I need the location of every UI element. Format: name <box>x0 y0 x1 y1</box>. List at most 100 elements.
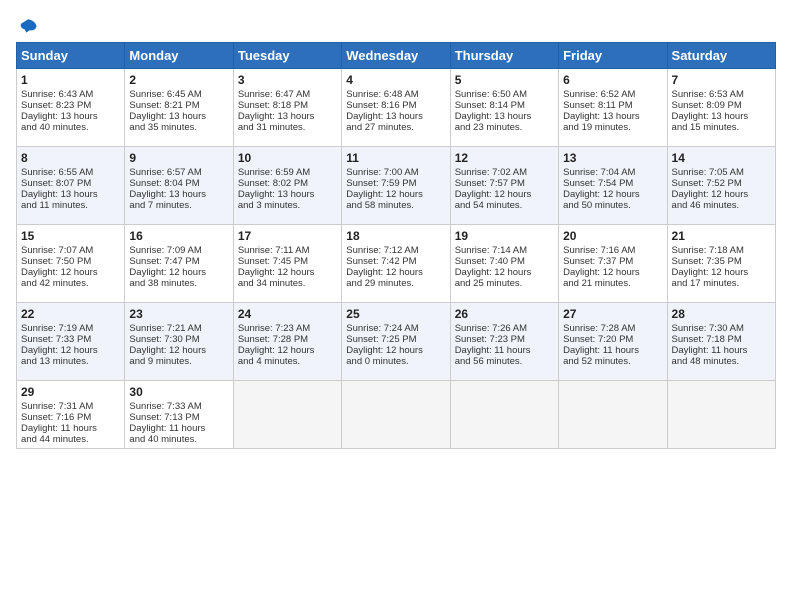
day-info-line: Sunset: 7:30 PM <box>129 334 228 345</box>
calendar-cell: 25Sunrise: 7:24 AMSunset: 7:25 PMDayligh… <box>342 303 450 381</box>
day-info-line: and 23 minutes. <box>455 122 554 133</box>
day-info-line: Sunrise: 6:55 AM <box>21 167 120 178</box>
calendar-cell: 8 Sunrise: 6:55 AMSunset: 8:07 PMDaylight… <box>17 147 125 225</box>
day-number: 26 <box>455 307 554 321</box>
calendar-page: SundayMondayTuesdayWednesdayThursdayFrid… <box>0 0 792 612</box>
day-info-line: Daylight: 13 hours <box>563 111 662 122</box>
calendar-cell: 23Sunrise: 7:21 AMSunset: 7:30 PMDayligh… <box>125 303 233 381</box>
day-info-line: Daylight: 12 hours <box>21 267 120 278</box>
day-info-line: Sunset: 8:07 PM <box>21 178 120 189</box>
day-info-line: Sunrise: 7:28 AM <box>563 323 662 334</box>
day-number: 3 <box>238 73 337 87</box>
day-number: 20 <box>563 229 662 243</box>
day-info-line: Sunset: 7:47 PM <box>129 256 228 267</box>
day-header-friday: Friday <box>559 43 667 69</box>
day-info-line: Sunset: 8:04 PM <box>129 178 228 189</box>
calendar-header-row: SundayMondayTuesdayWednesdayThursdayFrid… <box>17 43 776 69</box>
day-info-line: Sunrise: 6:47 AM <box>238 89 337 100</box>
day-info-line: and 35 minutes. <box>129 122 228 133</box>
day-info-line: and 25 minutes. <box>455 278 554 289</box>
day-info-line: Sunrise: 7:07 AM <box>21 245 120 256</box>
calendar-cell: 10Sunrise: 6:59 AMSunset: 8:02 PMDayligh… <box>233 147 341 225</box>
day-info-line: Sunrise: 7:09 AM <box>129 245 228 256</box>
calendar-cell: 26Sunrise: 7:26 AMSunset: 7:23 PMDayligh… <box>450 303 558 381</box>
day-number: 30 <box>129 385 228 399</box>
day-info-line: Sunrise: 6:43 AM <box>21 89 120 100</box>
day-number: 11 <box>346 151 445 165</box>
day-info-line: Sunset: 7:18 PM <box>672 334 771 345</box>
day-number: 17 <box>238 229 337 243</box>
day-number: 1 <box>21 73 120 87</box>
day-info-line: Sunset: 7:13 PM <box>129 412 228 423</box>
day-header-tuesday: Tuesday <box>233 43 341 69</box>
day-info-line: Sunrise: 7:12 AM <box>346 245 445 256</box>
day-info-line: Sunset: 8:11 PM <box>563 100 662 111</box>
day-info-line: and 58 minutes. <box>346 200 445 211</box>
day-info-line: Sunrise: 6:52 AM <box>563 89 662 100</box>
day-info-line: and 4 minutes. <box>238 356 337 367</box>
logo-bird-icon <box>18 16 38 36</box>
day-info-line: Sunset: 7:28 PM <box>238 334 337 345</box>
day-number: 4 <box>346 73 445 87</box>
day-info-line: Daylight: 12 hours <box>672 189 771 200</box>
calendar-cell <box>667 381 775 449</box>
day-info-line: Sunset: 7:42 PM <box>346 256 445 267</box>
day-info-line: and 13 minutes. <box>21 356 120 367</box>
day-info-line: Daylight: 13 hours <box>672 111 771 122</box>
day-info-line: Sunset: 8:16 PM <box>346 100 445 111</box>
calendar-cell: 19Sunrise: 7:14 AMSunset: 7:40 PMDayligh… <box>450 225 558 303</box>
calendar-cell: 30Sunrise: 7:33 AMSunset: 7:13 PMDayligh… <box>125 381 233 449</box>
day-header-wednesday: Wednesday <box>342 43 450 69</box>
day-number: 28 <box>672 307 771 321</box>
day-number: 7 <box>672 73 771 87</box>
day-number: 25 <box>346 307 445 321</box>
calendar-cell <box>559 381 667 449</box>
day-info-line: Sunrise: 7:24 AM <box>346 323 445 334</box>
day-info-line: and 7 minutes. <box>129 200 228 211</box>
day-info-line: and 31 minutes. <box>238 122 337 133</box>
day-info-line: and 54 minutes. <box>455 200 554 211</box>
day-info-line: Daylight: 12 hours <box>129 267 228 278</box>
calendar-cell: 2Sunrise: 6:45 AMSunset: 8:21 PMDaylight… <box>125 69 233 147</box>
day-info-line: Daylight: 13 hours <box>21 189 120 200</box>
calendar-cell: 22Sunrise: 7:19 AMSunset: 7:33 PMDayligh… <box>17 303 125 381</box>
day-number: 12 <box>455 151 554 165</box>
calendar-cell: 27Sunrise: 7:28 AMSunset: 7:20 PMDayligh… <box>559 303 667 381</box>
day-info-line: Sunset: 8:23 PM <box>21 100 120 111</box>
day-info-line: Daylight: 13 hours <box>346 111 445 122</box>
calendar-cell: 24Sunrise: 7:23 AMSunset: 7:28 PMDayligh… <box>233 303 341 381</box>
day-info-line: and 27 minutes. <box>346 122 445 133</box>
day-number: 19 <box>455 229 554 243</box>
day-info-line: and 29 minutes. <box>346 278 445 289</box>
calendar-week-row: 15Sunrise: 7:07 AMSunset: 7:50 PMDayligh… <box>17 225 776 303</box>
day-info-line: Sunset: 7:59 PM <box>346 178 445 189</box>
calendar-week-row: 29Sunrise: 7:31 AMSunset: 7:16 PMDayligh… <box>17 381 776 449</box>
calendar-cell <box>233 381 341 449</box>
day-info-line: and 19 minutes. <box>563 122 662 133</box>
day-info-line: Sunset: 7:50 PM <box>21 256 120 267</box>
day-info-line: and 15 minutes. <box>672 122 771 133</box>
day-info-line: Sunrise: 6:57 AM <box>129 167 228 178</box>
day-info-line: Daylight: 11 hours <box>21 423 120 434</box>
day-header-monday: Monday <box>125 43 233 69</box>
calendar-cell: 9Sunrise: 6:57 AMSunset: 8:04 PMDaylight… <box>125 147 233 225</box>
day-info-line: Daylight: 12 hours <box>238 267 337 278</box>
day-info-line: Daylight: 12 hours <box>238 345 337 356</box>
day-number: 29 <box>21 385 120 399</box>
day-number: 9 <box>129 151 228 165</box>
day-info-line: Sunset: 8:18 PM <box>238 100 337 111</box>
day-number: 27 <box>563 307 662 321</box>
day-info-line: Sunset: 7:35 PM <box>672 256 771 267</box>
day-info-line: and 42 minutes. <box>21 278 120 289</box>
day-info-line: Sunrise: 7:16 AM <box>563 245 662 256</box>
calendar-cell: 20Sunrise: 7:16 AMSunset: 7:37 PMDayligh… <box>559 225 667 303</box>
calendar-week-row: 8Sunrise: 6:55 AMSunset: 8:07 PMDaylight… <box>17 147 776 225</box>
day-info-line: and 34 minutes. <box>238 278 337 289</box>
day-info-line: and 48 minutes. <box>672 356 771 367</box>
day-info-line: Daylight: 11 hours <box>455 345 554 356</box>
header <box>16 16 776 32</box>
day-info-line: and 40 minutes. <box>21 122 120 133</box>
day-info-line: Daylight: 13 hours <box>455 111 554 122</box>
day-number: 8 <box>21 151 120 165</box>
day-info-line: Sunset: 7:57 PM <box>455 178 554 189</box>
